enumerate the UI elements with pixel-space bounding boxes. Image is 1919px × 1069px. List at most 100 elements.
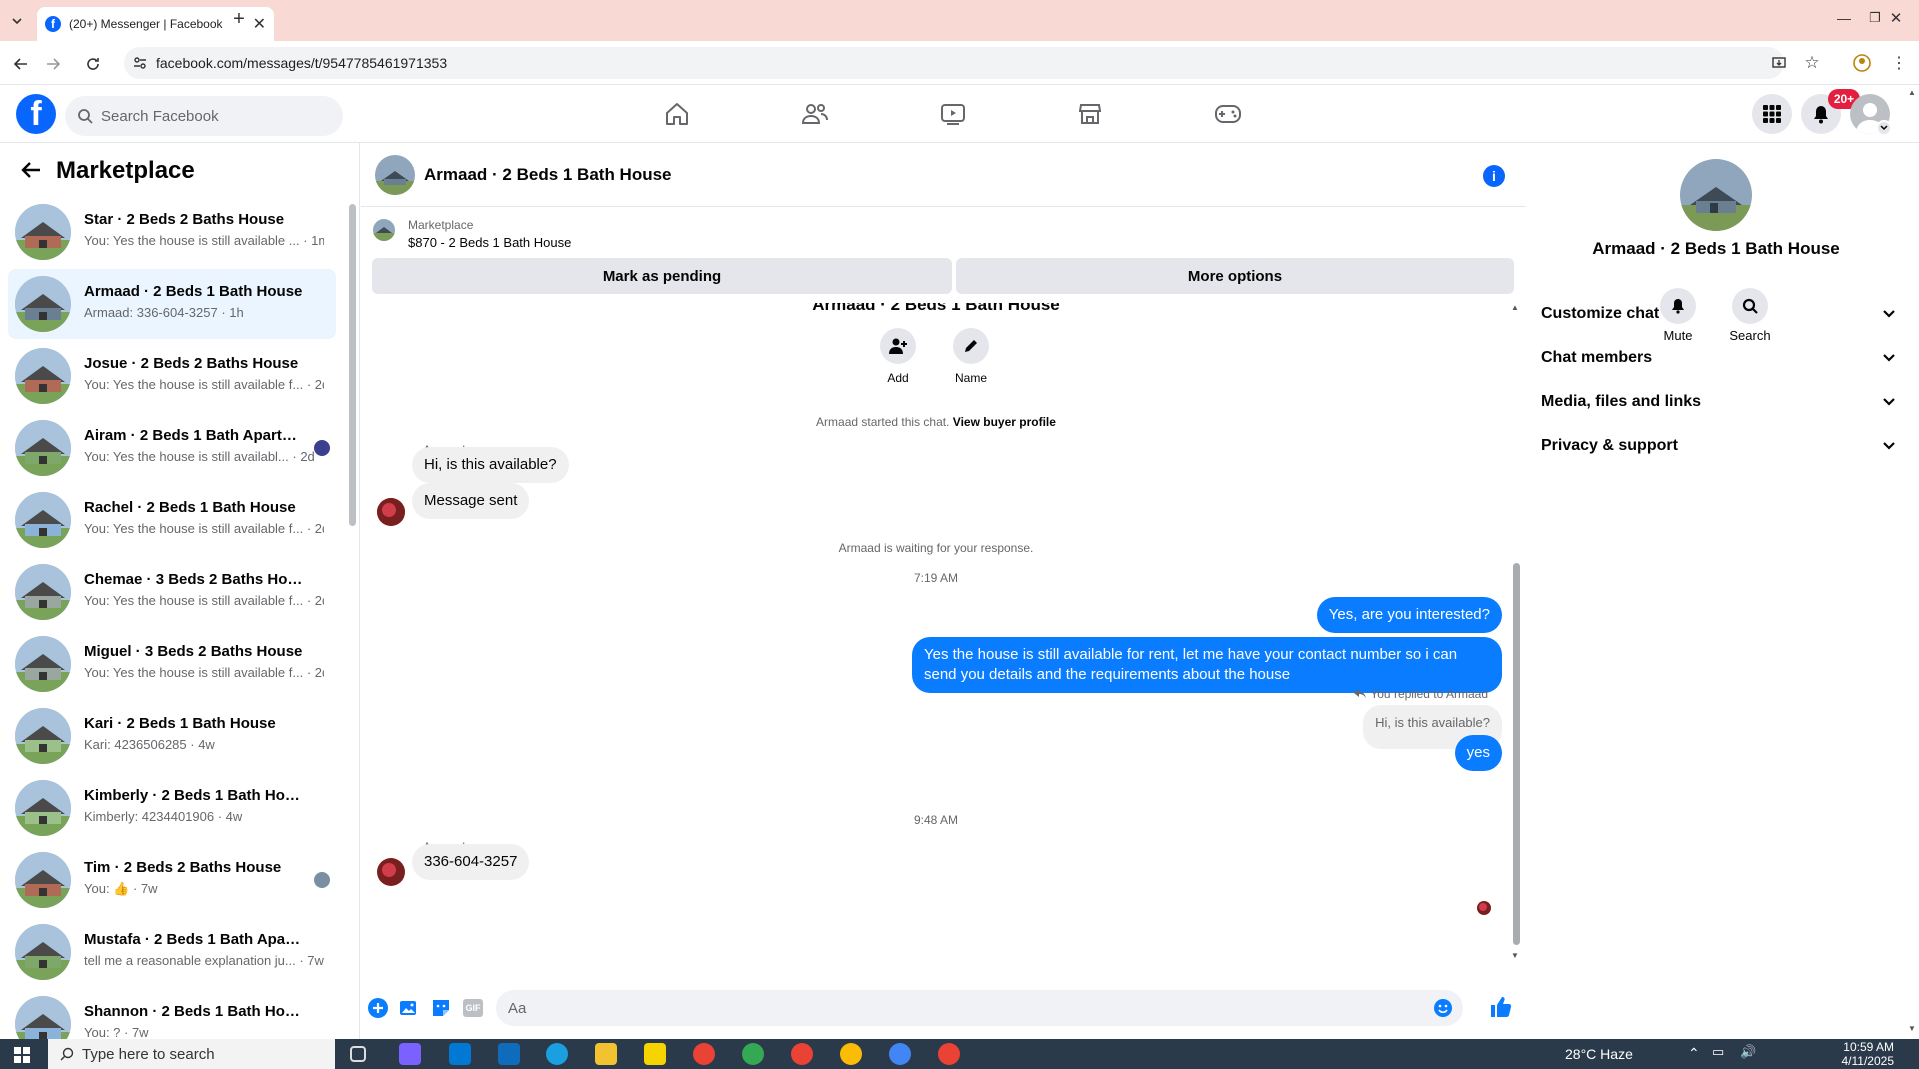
chrome-profile-app-icon[interactable] bbox=[791, 1043, 813, 1065]
sidebar-scrollbar[interactable] bbox=[349, 190, 357, 990]
conversation-item[interactable]: Kari · 2 Beds 1 Bath House Kari: 42365062… bbox=[8, 701, 336, 771]
install-app-icon[interactable] bbox=[1768, 52, 1790, 74]
menu-grid-icon[interactable] bbox=[1752, 94, 1792, 134]
outlook-app-icon[interactable] bbox=[498, 1043, 520, 1065]
page-scrollbar[interactable]: ▲ ▼ bbox=[1907, 86, 1919, 1039]
site-info-icon[interactable] bbox=[132, 55, 148, 71]
info-section-privacy-support[interactable]: Privacy & support bbox=[1541, 424, 1896, 468]
volume-icon[interactable]: 🔊 bbox=[1740, 1044, 1756, 1060]
weather-text[interactable]: 28°C Haze bbox=[1565, 1046, 1633, 1062]
facebook-logo-icon[interactable]: f bbox=[16, 94, 56, 134]
gif-icon[interactable]: GIF bbox=[463, 999, 483, 1017]
browser-tab-bar: f (20+) Messenger | Facebook ✕ + — ❐ ✕ bbox=[0, 0, 1919, 41]
conversation-avatar bbox=[15, 420, 71, 476]
chat-avatar[interactable] bbox=[375, 155, 415, 195]
marketplace-nav-icon[interactable] bbox=[1062, 86, 1118, 142]
info-icon[interactable]: i bbox=[1483, 165, 1505, 187]
incoming-message[interactable]: 336-604-3257 bbox=[412, 844, 530, 880]
bookmark-star-icon[interactable]: ☆ bbox=[1801, 52, 1823, 74]
emoji-icon[interactable] bbox=[1433, 998, 1453, 1018]
task-view-icon[interactable] bbox=[350, 1046, 366, 1062]
back-icon[interactable] bbox=[10, 53, 32, 75]
restore-icon[interactable]: ❐ bbox=[1865, 8, 1885, 28]
conversation-item[interactable]: Josue · 2 Beds 2 Baths House You: Yes the… bbox=[8, 341, 336, 411]
new-tab-icon[interactable]: + bbox=[228, 8, 250, 30]
facebook-search-input[interactable]: Search Facebook bbox=[65, 96, 343, 136]
listing-text[interactable]: $870 - 2 Beds 1 Bath House bbox=[408, 235, 571, 250]
chrome-profile-app-icon[interactable] bbox=[889, 1043, 911, 1065]
copilot-app-icon[interactable] bbox=[399, 1043, 421, 1065]
conversation-item[interactable]: Chemae · 3 Beds 2 Baths House You: Yes th… bbox=[8, 557, 336, 627]
conversation-preview: You: 👍 · 7w bbox=[84, 881, 158, 896]
back-arrow-icon[interactable] bbox=[20, 160, 42, 180]
more-options-button[interactable]: More options bbox=[956, 258, 1514, 294]
conversation-item[interactable]: Shannon · 2 Beds 1 Bath House You: ? · 7w bbox=[8, 989, 336, 1039]
forward-icon[interactable] bbox=[42, 53, 64, 75]
conversation-item[interactable]: Rachel · 2 Beds 1 Bath House You: Yes the… bbox=[8, 485, 336, 555]
store-app-icon[interactable] bbox=[449, 1043, 471, 1065]
reload-icon[interactable] bbox=[82, 53, 104, 75]
thumbs-up-icon[interactable] bbox=[1489, 995, 1513, 1019]
video-nav-icon[interactable] bbox=[925, 86, 981, 142]
message-input[interactable]: Aa bbox=[496, 990, 1463, 1026]
outgoing-message[interactable]: Yes, are you interested? bbox=[1316, 597, 1502, 633]
chrome-profile-app-icon[interactable] bbox=[938, 1043, 960, 1065]
tray-chevron-up-icon[interactable]: ⌃ bbox=[1688, 1045, 1700, 1062]
mark-as-pending-button[interactable]: Mark as pending bbox=[372, 258, 952, 294]
clock-time[interactable]: 10:59 AM bbox=[1834, 1040, 1894, 1054]
edit-name-pencil-icon[interactable] bbox=[953, 328, 989, 364]
windows-taskbar: Type here to search 28°C Haze ⌃ ▭ 🔊 10:5… bbox=[0, 1039, 1919, 1069]
chrome-profile-app-icon[interactable] bbox=[840, 1043, 862, 1065]
profile-icon[interactable] bbox=[1851, 52, 1873, 74]
conversation-item[interactable]: Tim · 2 Beds 2 Baths House You: 👍 · 7w bbox=[8, 845, 336, 915]
conversation-avatar bbox=[15, 780, 71, 836]
conversation-avatar bbox=[15, 348, 71, 404]
friends-nav-icon[interactable] bbox=[787, 86, 843, 142]
conversation-item[interactable]: Mustafa · 2 Beds 1 Bath Apartm... tell me… bbox=[8, 917, 336, 987]
address-bar[interactable]: facebook.com/messages/t/9547785461971353 bbox=[124, 47, 1784, 79]
conversation-item[interactable]: Armaad · 2 Beds 1 Bath House Armaad: 336-… bbox=[8, 269, 336, 339]
outgoing-message[interactable]: yes bbox=[1454, 735, 1502, 771]
info-section-media-files-and-links[interactable]: Media, files and links bbox=[1541, 380, 1896, 424]
windows-start-icon[interactable] bbox=[14, 1047, 30, 1063]
taskbar-search-input[interactable]: Type here to search bbox=[48, 1039, 335, 1069]
chrome-profile-app-icon[interactable] bbox=[742, 1043, 764, 1065]
conversation-item[interactable]: Miguel · 3 Beds 2 Baths House You: Yes th… bbox=[8, 629, 336, 699]
sender-avatar[interactable] bbox=[377, 858, 405, 886]
sticker-icon[interactable] bbox=[431, 998, 451, 1018]
conversation-item[interactable]: Star · 2 Beds 2 Baths House You: Yes the … bbox=[8, 197, 336, 267]
chrome-app-icon[interactable] bbox=[693, 1043, 715, 1065]
gaming-nav-icon[interactable] bbox=[1200, 86, 1256, 142]
clock-date[interactable]: 4/11/2025 bbox=[1834, 1054, 1895, 1068]
close-tab-icon[interactable]: ✕ bbox=[253, 14, 266, 34]
home-nav-icon[interactable] bbox=[649, 86, 705, 142]
add-person-icon[interactable] bbox=[880, 328, 916, 364]
chat-scrollbar[interactable]: ▲ ▼ bbox=[1511, 303, 1523, 963]
conversation-name: Chemae · 3 Beds 2 Baths House bbox=[84, 571, 304, 588]
tab-list-icon[interactable] bbox=[6, 10, 28, 32]
view-buyer-profile-link[interactable]: View buyer profile bbox=[953, 415, 1056, 429]
incoming-message[interactable]: Hi, is this available? bbox=[412, 447, 569, 483]
conversation-preview: You: Yes the house is still available ..… bbox=[84, 233, 324, 248]
outgoing-message[interactable]: Yes the house is still available for ren… bbox=[912, 637, 1502, 693]
minimize-icon[interactable]: — bbox=[1834, 8, 1854, 28]
info-section-chat-members[interactable]: Chat members bbox=[1541, 336, 1896, 380]
network-icon[interactable]: ▭ bbox=[1712, 1044, 1724, 1060]
info-section-customize-chat[interactable]: Customize chat bbox=[1541, 292, 1896, 336]
conversation-item[interactable]: Kimberly · 2 Beds 1 Bath House Kimberly: … bbox=[8, 773, 336, 843]
account-chevron-down-icon[interactable] bbox=[1876, 120, 1892, 136]
file-explorer-app-icon[interactable] bbox=[595, 1043, 617, 1065]
conversation-preview: Kari: 4236506285 · 4w bbox=[84, 737, 215, 752]
plus-icon[interactable] bbox=[367, 997, 389, 1019]
close-window-icon[interactable]: ✕ bbox=[1886, 8, 1906, 28]
sender-avatar[interactable] bbox=[377, 498, 405, 526]
browser-menu-icon[interactable]: ⋮ bbox=[1888, 52, 1910, 74]
photo-icon[interactable] bbox=[399, 998, 419, 1018]
sticky-notes-app-icon[interactable] bbox=[644, 1043, 666, 1065]
incoming-message[interactable]: Message sent bbox=[412, 483, 530, 519]
chat-title[interactable]: Armaad · 2 Beds 1 Bath House bbox=[424, 165, 672, 185]
conversation-name: Tim · 2 Beds 2 Baths House bbox=[84, 859, 282, 876]
edge-app-icon[interactable] bbox=[546, 1043, 568, 1065]
conversation-item[interactable]: Airam · 2 Beds 1 Bath Apartm... You: Yes … bbox=[8, 413, 336, 483]
info-avatar[interactable] bbox=[1680, 159, 1752, 231]
